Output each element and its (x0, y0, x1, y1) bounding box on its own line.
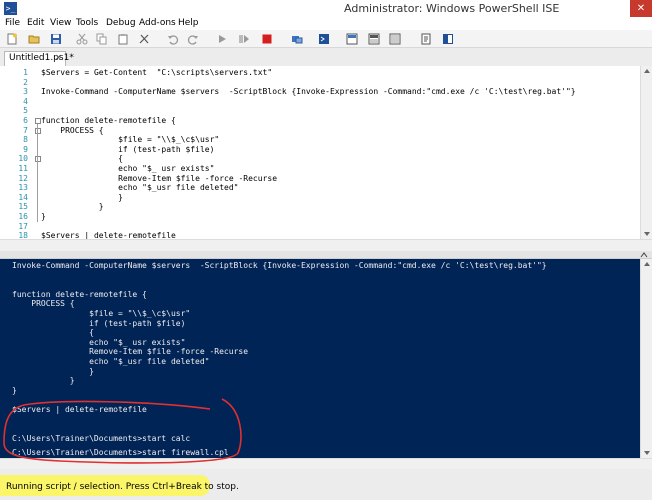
code-line: } (41, 212, 46, 221)
collapse-pane-chevron-icon[interactable] (640, 252, 648, 258)
menu-debug[interactable]: Debug (106, 17, 136, 30)
run-script-icon[interactable] (216, 33, 228, 45)
pane-splitter[interactable] (0, 251, 652, 259)
code-line: $Servers = Get-Content "C:\scripts\serve… (41, 68, 273, 77)
line-number: 8 (23, 135, 28, 145)
start-powershell-icon[interactable] (318, 33, 330, 45)
copy-icon[interactable] (96, 33, 108, 45)
menu-add-ons[interactable]: Add-ons (139, 17, 176, 30)
line-number: 1 (23, 68, 28, 77)
code-line: if (test-path $file) (41, 144, 215, 154)
new-file-icon[interactable] (6, 33, 18, 45)
line-number: 13 (18, 183, 28, 193)
scroll-up-icon[interactable] (642, 260, 652, 268)
line-number: 10 (18, 154, 28, 164)
console-line: echo "$_usr file deleted" (12, 357, 210, 366)
console-line: if (test-path $file) (12, 318, 186, 328)
code-line: Invoke-Command -ComputerName $servers -S… (41, 87, 576, 97)
stop-operation-icon[interactable] (261, 33, 273, 45)
fold-guide (37, 124, 38, 222)
script-tab-strip: Untitled1.ps1* × (0, 48, 652, 66)
save-icon[interactable] (50, 33, 62, 45)
code-line: echo "$_usr file deleted" (41, 183, 239, 193)
code-line: } (41, 192, 123, 202)
console-line: $file = "\\$_\c$\usr" (12, 309, 191, 318)
close-tab-icon[interactable]: × (54, 52, 62, 65)
console-line: } (12, 385, 17, 395)
line-number: 11 (18, 164, 28, 173)
paste-icon[interactable] (117, 33, 129, 45)
code-line: echo "$_ usr exists" (41, 164, 215, 173)
console-prompt-line: C:\Users\Trainer\Documents>start calc (12, 433, 191, 443)
code-line: Remove-Item $file -force -Recurse (41, 173, 278, 183)
code-line: { (41, 154, 123, 164)
open-file-icon[interactable] (28, 33, 40, 45)
tab-label: Untitled1.ps1* (9, 53, 74, 63)
menu-view[interactable]: View (50, 17, 71, 30)
tab-untitled1[interactable]: Untitled1.ps1* × (4, 51, 74, 66)
show-script-pane-maximized-icon[interactable] (389, 33, 401, 45)
script-pane-horizontal-scrollbar[interactable] (0, 239, 652, 251)
menu-bar: File Edit View Tools Debug Add-ons Help (0, 17, 652, 30)
menu-help[interactable]: Help (178, 17, 199, 30)
show-script-pane-right-icon[interactable] (368, 33, 380, 45)
console-line: } (12, 366, 94, 376)
line-number-gutter: 1 2 3 4 5 6 7 8 9 10 11 12 13 14 15 16 1… (0, 66, 34, 240)
line-number: 7 (23, 125, 28, 135)
scroll-down-icon[interactable] (642, 230, 652, 238)
line-number: 14 (18, 192, 28, 202)
script-pane-vertical-scrollbar[interactable] (640, 66, 652, 239)
line-number: 12 (18, 173, 28, 183)
console-line: echo "$_ usr exists" (12, 337, 186, 347)
console-line: } (12, 376, 75, 386)
line-number: 6 (23, 116, 28, 125)
console-line: Invoke-Command -ComputerName $servers -S… (12, 261, 547, 270)
console-pane[interactable]: Invoke-Command -ComputerName $servers -S… (0, 259, 640, 458)
close-window-button[interactable]: ✕ (630, 0, 652, 17)
code-line: $file = "\\$_\c$\usr" (41, 135, 220, 145)
show-command-addon-icon[interactable] (442, 33, 454, 45)
line-number: 5 (23, 106, 28, 116)
menu-edit[interactable]: Edit (27, 17, 44, 30)
menu-tools[interactable]: Tools (76, 17, 98, 30)
undo-icon[interactable] (167, 33, 179, 45)
console-vertical-scrollbar[interactable] (640, 259, 652, 458)
code-line: PROCESS { (41, 125, 104, 135)
line-number: 2 (23, 77, 28, 87)
code-line: } (41, 202, 104, 212)
console-prompt-line: C:\Users\Trainer\Documents>start firewal… (12, 448, 229, 457)
line-number: 9 (23, 144, 28, 154)
status-bar: Running script / selection. Press Ctrl+B… (0, 469, 652, 500)
line-number: 4 (23, 96, 28, 106)
show-command-window-icon[interactable] (420, 33, 432, 45)
menu-file[interactable]: File (5, 17, 20, 30)
scroll-up-icon[interactable] (642, 67, 652, 75)
run-selection-icon[interactable] (238, 33, 250, 45)
line-number: 3 (23, 87, 28, 97)
toolbar (0, 30, 652, 48)
console-line: PROCESS { (12, 299, 75, 309)
console-line: function delete-remotefile { (12, 289, 147, 299)
line-number: 16 (18, 212, 28, 221)
console-line: $Servers | delete-remotefile (12, 405, 147, 414)
cut-icon[interactable] (76, 33, 88, 45)
clear-console-icon[interactable] (138, 33, 150, 45)
code-line: function delete-remotefile { (41, 116, 176, 125)
new-remote-tab-icon[interactable] (291, 33, 303, 45)
console-line: Remove-Item $file -force -Recurse (12, 347, 249, 357)
line-number: 17 (18, 221, 28, 231)
window-title: Administrator: Windows PowerShell ISE (344, 2, 560, 15)
scroll-down-icon[interactable] (642, 449, 652, 457)
status-text: Running script / selection. Press Ctrl+B… (6, 482, 239, 492)
powershell-app-icon: >_ (4, 2, 17, 15)
console-horizontal-scrollbar[interactable] (0, 458, 652, 469)
line-number: 15 (18, 202, 28, 212)
console-line: { (12, 328, 94, 338)
script-pane[interactable]: 1 2 3 4 5 6 7 8 9 10 11 12 13 14 15 16 1… (0, 66, 640, 240)
title-bar: >_ Administrator: Windows PowerShell ISE… (0, 0, 652, 17)
redo-icon[interactable] (187, 33, 199, 45)
show-script-pane-top-icon[interactable] (346, 33, 358, 45)
